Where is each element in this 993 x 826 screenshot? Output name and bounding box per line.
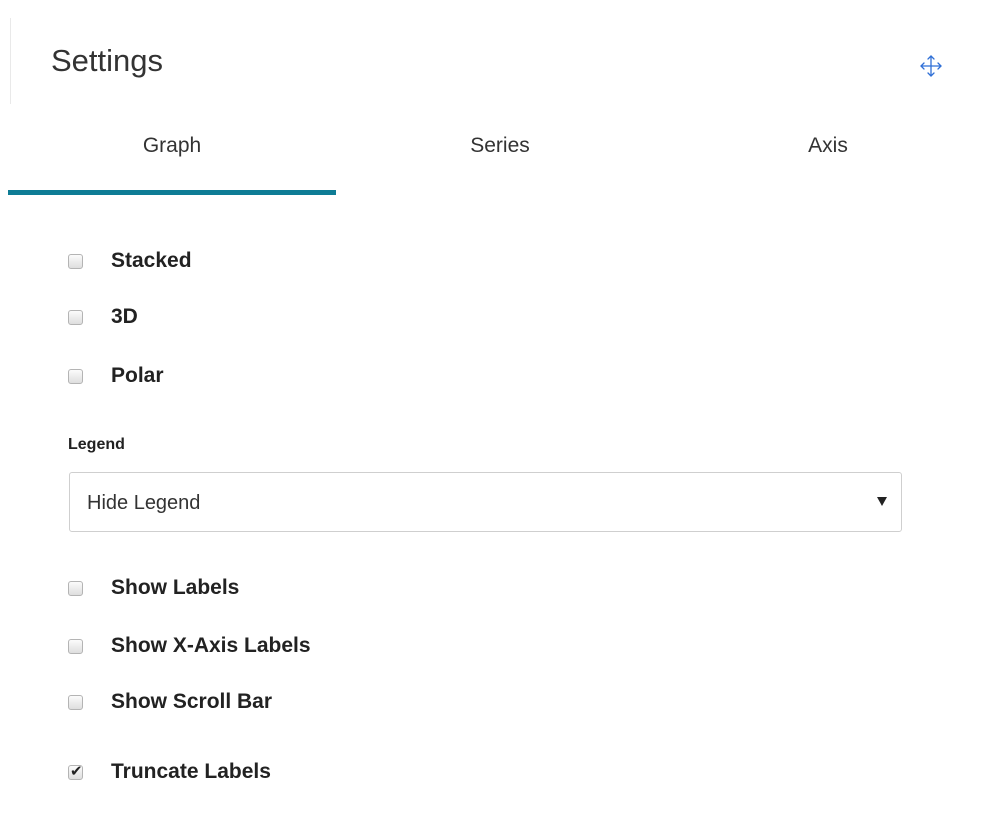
- 3d-option[interactable]: 3D: [68, 303, 138, 331]
- truncate-labels-checkbox[interactable]: ✔: [68, 761, 83, 780]
- stacked-label: Stacked: [111, 249, 192, 272]
- show-labels-checkbox[interactable]: [68, 580, 83, 596]
- page-title: Settings: [51, 43, 164, 78]
- polar-option[interactable]: Polar: [68, 362, 164, 390]
- panel-left-divider: [10, 18, 11, 104]
- polar-checkbox[interactable]: [68, 368, 83, 384]
- show-x-axis-labels-option[interactable]: Show X-Axis Labels: [68, 632, 311, 660]
- stacked-checkbox[interactable]: [68, 253, 83, 269]
- legend-select-value: Hide Legend: [87, 492, 201, 514]
- chevron-down-icon: [877, 497, 887, 506]
- 3d-checkbox[interactable]: [68, 309, 83, 325]
- truncate-labels-label: Truncate Labels: [111, 760, 271, 783]
- show-labels-label: Show Labels: [111, 576, 240, 599]
- legend-label: Legend: [68, 436, 125, 453]
- 3d-label: 3D: [111, 305, 138, 328]
- show-x-axis-labels-checkbox[interactable]: [68, 638, 83, 654]
- show-labels-option[interactable]: Show Labels: [68, 574, 239, 602]
- checkmark-icon: ✔: [70, 761, 83, 780]
- active-tab-indicator: [8, 190, 336, 195]
- legend-select[interactable]: Hide Legend: [69, 472, 902, 532]
- tab-axis[interactable]: Axis: [664, 120, 992, 196]
- move-arrows-icon: [920, 55, 942, 77]
- settings-tabs: Graph Series Axis: [8, 120, 993, 196]
- move-icon[interactable]: [918, 53, 944, 79]
- tab-series[interactable]: Series: [336, 120, 664, 196]
- tab-graph[interactable]: Graph: [8, 120, 336, 196]
- truncate-labels-option[interactable]: ✔ Truncate Labels: [68, 758, 271, 786]
- show-scroll-bar-option[interactable]: Show Scroll Bar: [68, 688, 272, 716]
- show-scroll-bar-checkbox[interactable]: [68, 694, 83, 710]
- show-x-axis-labels-label: Show X-Axis Labels: [111, 634, 311, 657]
- show-scroll-bar-label: Show Scroll Bar: [111, 690, 273, 713]
- stacked-option[interactable]: Stacked: [68, 247, 192, 275]
- polar-label: Polar: [111, 364, 164, 387]
